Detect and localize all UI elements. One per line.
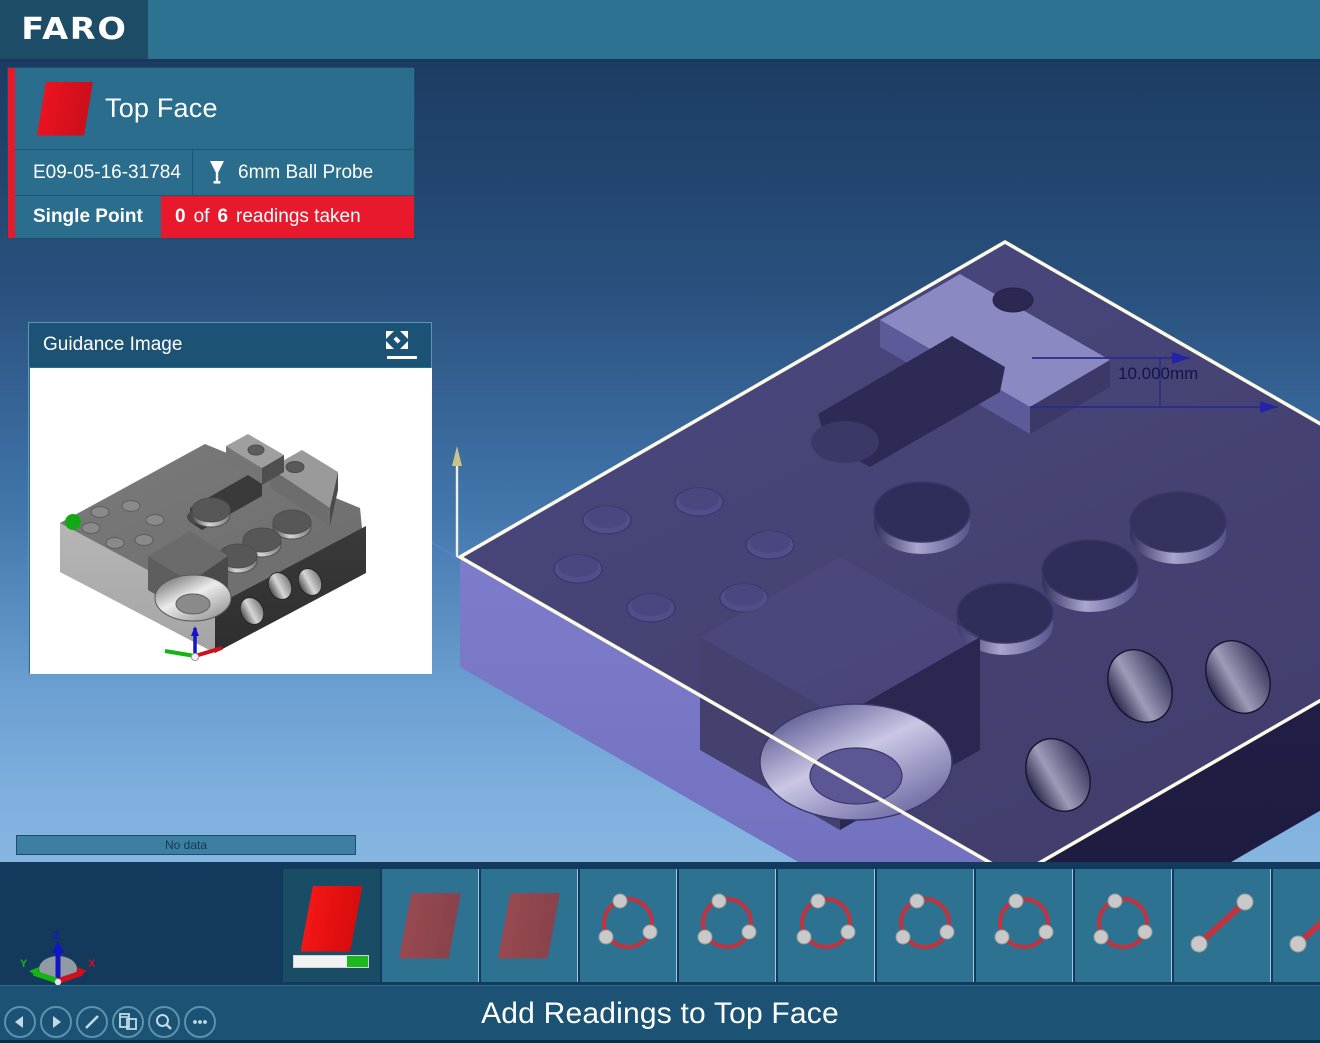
no-data-bar: No data (16, 835, 356, 855)
navigation-button-group[interactable] (4, 1006, 216, 1038)
faro-logo: FARO (0, 0, 148, 59)
readings-suffix-label: readings taken (236, 206, 361, 227)
plane-feature-icon (498, 892, 560, 959)
feature-status-row: Single Point 0 of 6 readings taken (15, 196, 414, 238)
circle-feature-icon (791, 888, 861, 963)
expand-underline (387, 356, 417, 359)
thumbnail-line-feature-9[interactable] (1174, 869, 1271, 982)
circle-feature-icon (989, 888, 1059, 963)
thumbnail-circle-feature-4[interactable] (679, 869, 776, 982)
circle-feature-icon (890, 888, 960, 963)
guidance-header: Guidance Image (29, 323, 431, 367)
probe-info: 6mm Ball Probe (193, 150, 414, 195)
readings-taken-count: 0 (175, 206, 186, 227)
thumbnail-progress-fill (347, 956, 368, 967)
plane-feature-icon (300, 885, 363, 952)
guidance-image-canvas (30, 368, 432, 674)
probe-label: 6mm Ball Probe (238, 161, 374, 183)
plane-feature-icon (37, 81, 93, 136)
device-serial: E09-05-16-31784 (15, 150, 193, 195)
probe-tip-icon (210, 160, 224, 184)
top-header-bar: FARO (0, 0, 1320, 62)
feature-title: Top Face (105, 93, 218, 123)
dimension-value: 10.000mm (1118, 364, 1198, 383)
faro-logo-text: FARO (20, 12, 128, 47)
previous-arrow-icon[interactable] (4, 1006, 36, 1038)
axis-gizmo[interactable]: Z Y X (12, 925, 104, 991)
thumbnail-circle-feature-7[interactable] (976, 869, 1073, 982)
readings-of-label: of (193, 206, 210, 227)
thumbnail-circle-feature-5[interactable] (778, 869, 875, 982)
guidance-image-panel: Guidance Image (28, 322, 432, 674)
thumbnail-line-feature-10[interactable] (1273, 869, 1320, 982)
plane-feature-icon (399, 892, 461, 959)
measurement-mode: Single Point (33, 206, 143, 227)
gizmo-z-label: Z (53, 930, 60, 942)
thumbnail-plane-feature-0[interactable] (283, 869, 380, 982)
thumbnail-plane-feature-1[interactable] (382, 869, 479, 982)
next-arrow-icon[interactable] (40, 1006, 72, 1038)
line-feature-icon (1286, 888, 1320, 963)
circle-feature-icon (593, 888, 663, 963)
gizmo-x-label: X (88, 958, 96, 970)
cad-part (456, 239, 1320, 862)
readings-total-count: 6 (217, 206, 229, 227)
thumbnail-progress-bar (293, 955, 369, 968)
faro-cam2-app: 10.000mm FARO Top Face E09-05-16-31784 6… (0, 0, 1320, 1043)
magnifier-icon[interactable] (148, 1006, 180, 1038)
layout-windows-icon[interactable] (112, 1006, 144, 1038)
feature-info-panel[interactable]: Top Face E09-05-16-31784 6mm Ball Probe … (8, 68, 414, 238)
guidance-title: Guidance Image (43, 334, 183, 355)
thumbnail-circle-feature-8[interactable] (1075, 869, 1172, 982)
line-tool-icon[interactable] (76, 1006, 108, 1038)
gizmo-y-label: Y (20, 958, 28, 970)
more-ellipsis-icon[interactable] (184, 1006, 216, 1038)
circle-feature-icon (692, 888, 762, 963)
feature-thumbnail-strip[interactable] (283, 869, 1320, 982)
expand-arrows-icon[interactable] (385, 330, 419, 360)
circle-feature-icon (1088, 888, 1158, 963)
thumbnail-circle-feature-6[interactable] (877, 869, 974, 982)
guidance-cad-render (60, 434, 366, 662)
feature-meta-row: E09-05-16-31784 6mm Ball Probe (15, 150, 414, 196)
thumbnail-plane-feature-2[interactable] (481, 869, 578, 982)
feature-title-row: Top Face (15, 68, 414, 150)
line-feature-icon (1187, 888, 1257, 963)
thumbnail-circle-feature-3[interactable] (580, 869, 677, 982)
readings-status-badge: 0 of 6 readings taken (161, 196, 414, 238)
